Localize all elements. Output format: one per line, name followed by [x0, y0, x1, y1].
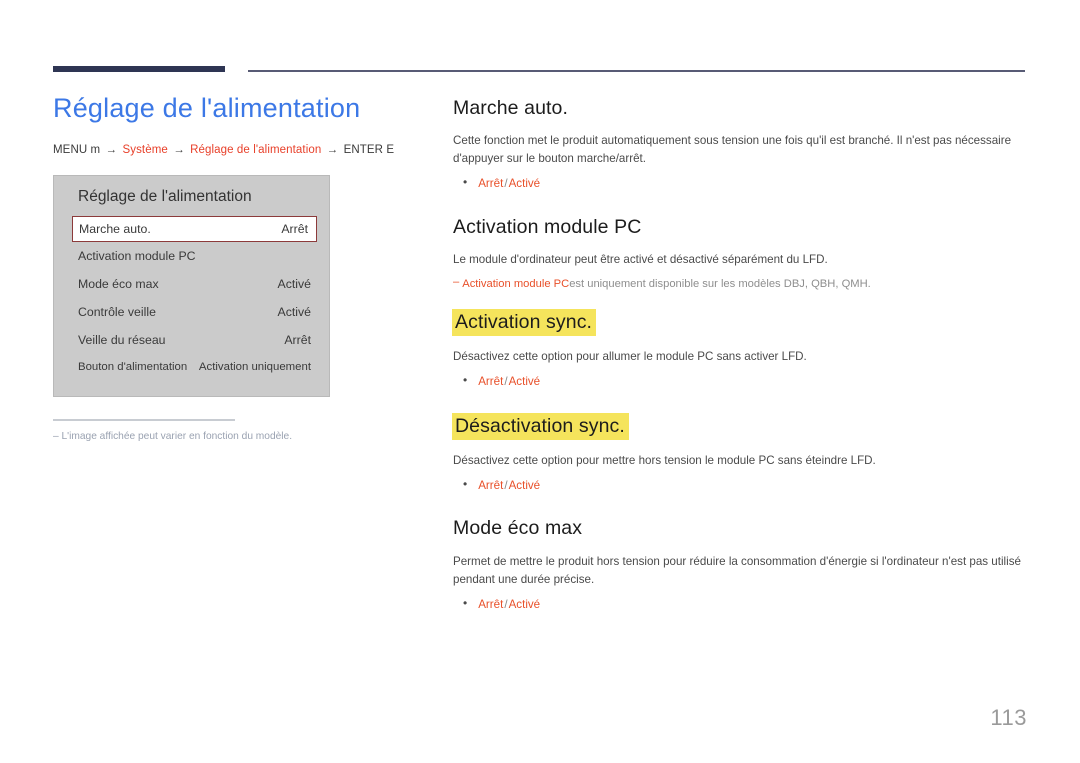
- osd-row-value: Activé: [277, 305, 312, 320]
- option-on[interactable]: Activé: [509, 177, 541, 190]
- option-off[interactable]: Arrêt: [478, 375, 503, 388]
- header-rule-thick: [53, 66, 225, 72]
- note-rest: est uniquement disponible sur les modèle…: [569, 278, 871, 291]
- section-heading: Activation sync.: [452, 308, 597, 337]
- bullet-icon: •: [463, 373, 468, 388]
- breadcrumb-step-reglage[interactable]: Réglage de l'alimentation: [190, 144, 321, 156]
- osd-row-bouton-alimentation[interactable]: Bouton d'alimentation Activation uniquem…: [54, 354, 329, 380]
- breadcrumb: MENU m → Système → Réglage de l'alimenta…: [53, 144, 413, 156]
- section-body: Le module d'ordinateur peut être activé …: [453, 253, 828, 267]
- breadcrumb-start: MENU m: [53, 144, 101, 157]
- bullet-icon: •: [463, 175, 468, 190]
- bullet-icon: •: [463, 476, 468, 491]
- breadcrumb-step-systeme[interactable]: Système: [122, 144, 167, 156]
- osd-row-label: Activation module PC: [78, 249, 196, 264]
- left-column: Réglage de l'alimentation MENU m → Systè…: [53, 92, 413, 444]
- page-number: 113: [990, 705, 1027, 730]
- section-body: Désactivez cette option pour allumer le …: [453, 350, 807, 364]
- osd-row-activation-module-pc[interactable]: Activation module PC: [54, 242, 329, 270]
- osd-panel-title: Réglage de l'alimentation: [78, 188, 252, 206]
- osd-row-label: Veille du réseau: [78, 333, 166, 348]
- section-body: Permet de mettre le produit hors tension…: [453, 554, 1021, 586]
- footnote: ‒ L'image affichée peut varier en foncti…: [53, 419, 293, 444]
- osd-row-value: Activé: [277, 277, 312, 292]
- osd-row-value: Activation uniquement: [198, 361, 311, 374]
- section-heading: Activation module PC: [453, 215, 642, 238]
- footnote-text: ‒ L'image affichée peut varier en foncti…: [53, 430, 293, 442]
- breadcrumb-arrow-2: →: [173, 144, 185, 157]
- section-body: Désactivez cette option pour mettre hors…: [453, 453, 876, 467]
- note-dash-icon: ‒: [453, 276, 460, 289]
- osd-row-label: Bouton d'alimentation: [78, 361, 188, 374]
- header-rule-thin: [248, 70, 1025, 72]
- osd-row-value: Arrêt: [281, 222, 308, 237]
- breadcrumb-arrow-3: →: [326, 144, 339, 157]
- osd-row-mode-eco-max[interactable]: Mode éco max Activé: [54, 270, 329, 298]
- section-heading: Désactivation sync.: [452, 412, 629, 440]
- option-off[interactable]: Arrêt: [478, 598, 503, 611]
- section-body: Cette fonction met le produit automatiqu…: [453, 134, 1012, 166]
- section-activation-module-pc: Activation module PC Le module d'ordinat…: [453, 215, 1027, 293]
- breadcrumb-end: ENTER E: [343, 144, 395, 157]
- footnote-divider: [53, 419, 235, 421]
- osd-row-label: Contrôle veille: [78, 305, 156, 320]
- osd-menu-panel: Réglage de l'alimentation Marche auto. A…: [53, 175, 330, 398]
- osd-row-label: Marche auto.: [79, 222, 151, 237]
- section-options: • Arrêt/Activé: [453, 475, 1027, 494]
- right-column: Marche auto. Cette fonction met le produ…: [452, 96, 1027, 635]
- section-note: ‒ Activation module PCest uniquement disp…: [453, 274, 1027, 293]
- osd-row-marche-auto[interactable]: Marche auto. Arrêt: [72, 216, 317, 243]
- section-options: • Arrêt/Activé: [453, 371, 1027, 390]
- breadcrumb-arrow-1: →: [105, 144, 118, 157]
- section-marche-auto: Marche auto. Cette fonction met le produ…: [453, 96, 1027, 193]
- option-off[interactable]: Arrêt: [478, 479, 503, 492]
- section-heading: Mode éco max: [453, 517, 583, 540]
- section-activation-sync: Activation sync. Désactivez cette option…: [452, 308, 1027, 391]
- osd-row-controle-veille[interactable]: Contrôle veille Activé: [54, 298, 329, 326]
- section-options: • Arrêt/Activé: [453, 173, 1027, 192]
- note-highlight: Activation module PC: [462, 278, 570, 291]
- section-mode-eco-max: Mode éco max Permet de mettre le produit…: [453, 516, 1027, 613]
- osd-row-value: Arrêt: [284, 333, 311, 348]
- option-on[interactable]: Activé: [509, 598, 541, 611]
- option-on[interactable]: Activé: [509, 479, 541, 492]
- section-heading: Marche auto.: [453, 97, 569, 119]
- section-options: • Arrêt/Activé: [453, 594, 1027, 613]
- header-rules: [0, 0, 1080, 80]
- option-on[interactable]: Activé: [509, 375, 541, 388]
- osd-row-label: Mode éco max: [78, 277, 159, 292]
- osd-row-veille-du-reseau[interactable]: Veille du réseau Arrêt: [54, 326, 329, 354]
- bullet-icon: •: [463, 595, 468, 610]
- section-desactivation-sync: Désactivation sync. Désactivez cette opt…: [452, 412, 1027, 495]
- option-off[interactable]: Arrêt: [478, 177, 503, 190]
- page-title: Réglage de l'alimentation: [53, 93, 361, 123]
